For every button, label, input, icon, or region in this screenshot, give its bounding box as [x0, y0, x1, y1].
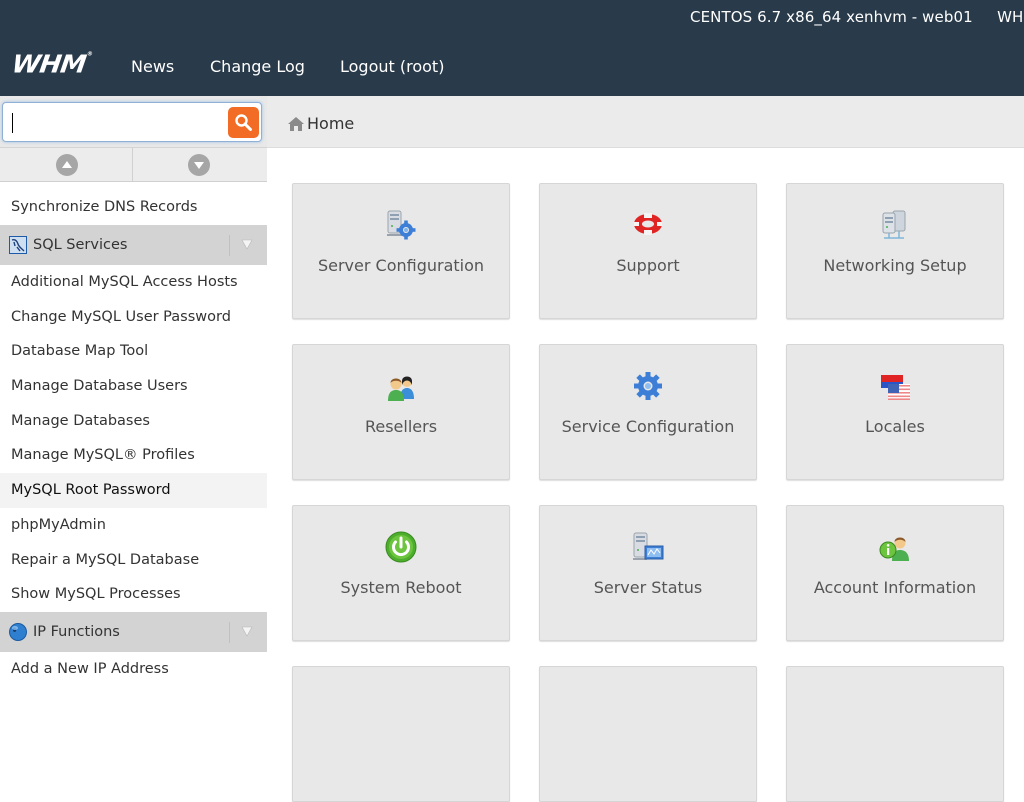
tile-label: Resellers — [364, 417, 438, 436]
search-area — [0, 96, 267, 148]
tile-networking-setup[interactable]: Networking Setup — [786, 183, 1004, 319]
home-icon — [288, 116, 304, 131]
sidebar-group-ip-functions[interactable]: IP Functions — [0, 611, 267, 652]
tile-resellers[interactable]: Resellers — [292, 344, 510, 480]
sidebar-scroll-controls — [0, 148, 267, 182]
mysql-dolphin-icon — [9, 236, 27, 254]
sidebar-item[interactable]: Manage Databases — [0, 404, 267, 439]
breadcrumb-home[interactable]: Home — [288, 114, 354, 133]
chevron-down-icon[interactable] — [241, 626, 253, 637]
users-icon — [388, 376, 414, 401]
sidebar-item[interactable]: Additional MySQL Access Hosts — [0, 265, 267, 300]
tile-label: Account Information — [813, 578, 977, 597]
server-gear-icon — [387, 210, 416, 240]
breadcrumb: Home — [267, 96, 1024, 148]
logo-text: WHM — [9, 50, 88, 80]
tile-label: Server Status — [593, 578, 703, 597]
tile-system-reboot[interactable]: System Reboot — [292, 505, 510, 641]
top-bar: CENTOS 6.7 x86_64 xenhvm - web01 WH WHM®… — [0, 0, 1024, 96]
power-icon — [385, 531, 417, 563]
sidebar-item[interactable]: phpMyAdmin — [0, 508, 267, 543]
tile-label: System Reboot — [340, 578, 462, 597]
sidebar-item-active[interactable]: MySQL Root Password — [0, 473, 267, 508]
server-info: CENTOS 6.7 x86_64 xenhvm - web01 WH — [690, 8, 1023, 26]
tile-support[interactable]: Support — [539, 183, 757, 319]
tile-locales[interactable]: Locales — [786, 344, 1004, 480]
sidebar-item[interactable]: Manage Database Users — [0, 369, 267, 404]
tile-account-information[interactable]: Account Information — [786, 505, 1004, 641]
tile-label: Networking Setup — [823, 256, 967, 275]
tile[interactable] — [539, 666, 757, 802]
server-info-text: CENTOS 6.7 x86_64 xenhvm - web01 — [690, 8, 973, 26]
sidebar-item[interactable]: Synchronize DNS Records — [0, 190, 267, 225]
globe-icon — [9, 622, 27, 641]
sidebar-item[interactable]: Repair a MySQL Database — [0, 543, 267, 578]
search-icon — [235, 114, 252, 131]
network-servers-icon — [882, 210, 906, 239]
tile-label: Support — [616, 256, 680, 275]
divider — [229, 621, 230, 643]
chevron-up-icon — [62, 161, 72, 168]
server-info-overflow: WH — [997, 8, 1024, 26]
tile[interactable] — [292, 666, 510, 802]
sidebar-menu: Synchronize DNS Records SQL Services Add… — [0, 190, 267, 674]
tile-label: Server Configuration — [317, 256, 485, 275]
sidebar-group-label: SQL Services — [33, 237, 128, 253]
sidebar-item[interactable]: Add a New IP Address — [0, 652, 267, 674]
tile[interactable] — [786, 666, 1004, 802]
search-input[interactable] — [9, 107, 219, 137]
sidebar: Synchronize DNS Records SQL Services Add… — [0, 96, 267, 674]
text-caret — [12, 113, 13, 133]
tile-label: Service Configuration — [561, 417, 735, 436]
tile-server-configuration[interactable]: Server Configuration — [292, 183, 510, 319]
chevron-down-icon[interactable] — [241, 239, 253, 250]
search-box — [2, 102, 262, 142]
whm-logo[interactable]: WHM® — [10, 51, 92, 80]
gear-icon — [634, 372, 662, 400]
divider — [229, 235, 230, 256]
tile-label: Locales — [865, 417, 925, 436]
account-info-icon — [879, 537, 909, 561]
scroll-up-button[interactable] — [0, 148, 133, 182]
sidebar-item[interactable]: Database Map Tool — [0, 334, 267, 369]
server-status-icon — [633, 532, 664, 560]
tile-service-configuration[interactable]: Service Configuration — [539, 344, 757, 480]
sidebar-item[interactable]: Show MySQL Processes — [0, 577, 267, 612]
sidebar-item[interactable]: Change MySQL User Password — [0, 300, 267, 335]
sidebar-group-label: IP Functions — [33, 623, 120, 640]
sidebar-group-sql-services[interactable]: SQL Services — [0, 225, 267, 265]
scroll-down-button[interactable] — [133, 148, 266, 182]
breadcrumb-home-label: Home — [307, 114, 355, 133]
lifebuoy-icon — [634, 213, 662, 235]
nav-logout[interactable]: Logout (root) — [340, 57, 444, 76]
flags-icon — [881, 375, 910, 400]
chevron-down-icon — [194, 162, 204, 169]
sidebar-item[interactable]: Manage MySQL® Profiles — [0, 438, 267, 473]
nav-news[interactable]: News — [131, 57, 174, 76]
search-button[interactable] — [228, 107, 259, 138]
tile-server-status[interactable]: Server Status — [539, 505, 757, 641]
nav-change-log[interactable]: Change Log — [210, 57, 305, 76]
